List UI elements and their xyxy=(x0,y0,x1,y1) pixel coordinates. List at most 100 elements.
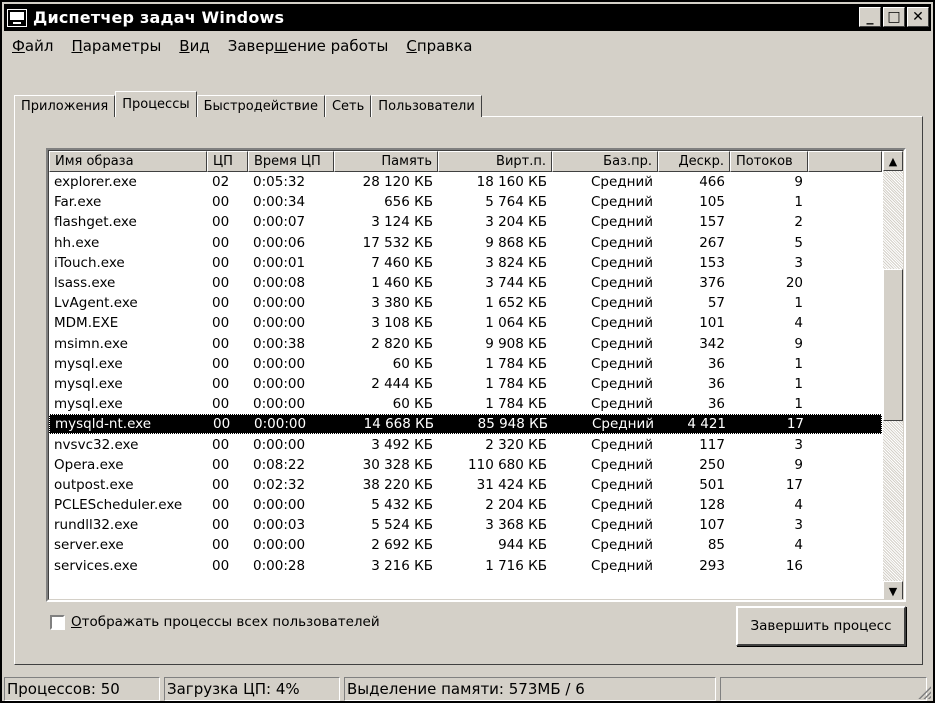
table-row[interactable]: msimn.exe 00 0:00:38 2 820 КБ 9 908 КБ Средни… xyxy=(49,334,882,354)
column-image-name[interactable]: Имя образа xyxy=(49,151,207,172)
table-row[interactable]: MDM.EXE 00 0:00:00 3 108 КБ 1 064 КБ Средний 1… xyxy=(49,313,882,333)
show-all-users-option[interactable]: Отображать процессы всех пользователей xyxy=(50,614,380,630)
show-all-users-checkbox[interactable] xyxy=(50,614,65,630)
cell-cpu: 00 xyxy=(213,416,231,433)
cell-cpu: 00 xyxy=(212,456,230,473)
cell-cpu: 00 xyxy=(212,396,230,413)
cell-image-name: hh.exe xyxy=(54,234,100,251)
cell-cpu-time: 0:00:00 xyxy=(253,497,306,514)
column-cpu-time[interactable]: Время ЦП xyxy=(248,151,334,172)
cell-memory: 60 КБ xyxy=(392,355,433,372)
column-virtual-memory[interactable]: Вирт.п. xyxy=(438,151,552,172)
cell-image-name: lsass.exe xyxy=(54,275,116,292)
cell-virtual-memory: 1 716 КБ xyxy=(485,557,547,574)
menu-view[interactable]: Вид xyxy=(173,37,215,55)
menu-bar: Файл Параметры Вид Завершение работы Спр… xyxy=(6,34,484,58)
tab-performance[interactable]: Быстродействие xyxy=(196,95,325,117)
cell-cpu-time: 0:00:00 xyxy=(253,315,306,332)
cell-virtual-memory: 1 784 КБ xyxy=(485,396,547,413)
end-process-button[interactable]: Завершить процесс xyxy=(736,606,906,646)
scroll-thumb[interactable] xyxy=(883,269,903,421)
table-row[interactable]: services.exe 00 0:00:28 3 216 КБ 1 716 КБ Сре… xyxy=(49,556,882,576)
process-list[interactable]: Имя образа ЦП Время ЦП Память Вирт.п. Ба… xyxy=(46,148,906,602)
table-row[interactable]: iTouch.exe 00 0:00:01 7 460 КБ 3 824 КБ Средн… xyxy=(49,253,882,273)
cell-handles: 157 xyxy=(699,214,725,231)
cell-handles: 267 xyxy=(699,234,725,251)
status-memory-commit: Выделение памяти: 573МБ / 6 xyxy=(344,677,716,701)
table-row[interactable]: outpost.exe 00 0:02:32 38 220 КБ 31 424 КБ Ср… xyxy=(49,475,882,495)
cell-virtual-memory: 3 368 КБ xyxy=(485,517,547,534)
cell-memory: 14 668 КБ xyxy=(363,416,434,433)
table-row[interactable]: mysql.exe 00 0:00:00 60 КБ 1 784 КБ Средний 36… xyxy=(49,354,882,374)
tab-users[interactable]: Пользователи xyxy=(371,95,482,117)
cell-cpu: 00 xyxy=(212,194,230,211)
cell-handles: 117 xyxy=(699,436,725,453)
column-handles[interactable]: Дескр. xyxy=(658,151,730,172)
cell-cpu: 00 xyxy=(212,355,230,372)
cell-cpu: 00 xyxy=(212,375,230,392)
cell-cpu: 00 xyxy=(212,436,230,453)
scroll-down-button[interactable]: ▼ xyxy=(883,581,903,599)
cell-base-priority: Средний xyxy=(590,275,653,292)
cell-threads: 17 xyxy=(786,416,804,433)
process-list-frame: Имя образа ЦП Время ЦП Память Вирт.п. Ба… xyxy=(48,150,904,600)
cell-image-name: Opera.exe xyxy=(54,456,124,473)
menu-options[interactable]: Параметры xyxy=(65,37,167,55)
table-row[interactable]: PCLEScheduler.exe 00 0:00:00 5 432 КБ 2 204 … xyxy=(49,495,882,515)
column-memory[interactable]: Память xyxy=(334,151,438,172)
cell-handles: 128 xyxy=(699,497,725,514)
cell-base-priority: Средний xyxy=(590,436,653,453)
table-row-selected[interactable]: mysqld-nt.exe 00 0:00:00 14 668 КБ 85 948 КБ… xyxy=(49,414,882,435)
cell-virtual-memory: 1 784 КБ xyxy=(485,355,547,372)
table-row[interactable]: lsass.exe 00 0:00:08 1 460 КБ 3 744 КБ Средни… xyxy=(49,273,882,293)
menu-view-label: ид xyxy=(189,37,210,55)
table-row[interactable]: rundll32.exe 00 0:00:03 5 524 КБ 3 368 КБ Сре… xyxy=(49,515,882,535)
cell-image-name: explorer.exe xyxy=(54,174,137,191)
menu-file[interactable]: Файл xyxy=(6,37,59,55)
resize-grip[interactable] xyxy=(917,685,931,699)
tab-processes[interactable]: Процессы xyxy=(115,91,197,117)
cell-cpu: 00 xyxy=(212,476,230,493)
cell-handles: 85 xyxy=(707,537,725,554)
cell-cpu-time: 0:00:00 xyxy=(253,375,306,392)
maximize-button[interactable]: □ xyxy=(883,7,905,27)
cell-memory: 3 124 КБ xyxy=(371,214,433,231)
vertical-scrollbar[interactable]: ▲ ▼ xyxy=(883,151,903,599)
table-row[interactable]: mysql.exe 00 0:00:00 2 444 КБ 1 784 КБ Средни… xyxy=(49,374,882,394)
table-row[interactable]: explorer.exe 02 0:05:32 28 120 КБ 18 160 КБ С… xyxy=(49,172,882,192)
minimize-button[interactable]: _ xyxy=(859,7,881,27)
cell-threads: 3 xyxy=(794,517,803,534)
tab-applications[interactable]: Приложения xyxy=(14,95,116,117)
close-button[interactable]: ✕ xyxy=(907,7,929,27)
table-row[interactable]: server.exe 00 0:00:00 2 692 КБ 944 КБ Средний… xyxy=(49,535,882,555)
cell-base-priority: Средний xyxy=(590,396,653,413)
table-row[interactable]: Opera.exe 00 0:08:22 30 328 КБ 110 680 КБ Сре… xyxy=(49,455,882,475)
cell-memory: 3 492 КБ xyxy=(371,436,433,453)
cell-cpu: 00 xyxy=(212,254,230,271)
cell-cpu-time: 0:08:22 xyxy=(253,456,306,473)
menu-shutdown[interactable]: Завершение работы xyxy=(222,37,395,55)
cell-base-priority: Средний xyxy=(590,174,653,191)
column-base-priority[interactable]: Баз.пр. xyxy=(552,151,658,172)
scroll-up-button[interactable]: ▲ xyxy=(883,151,903,171)
cell-cpu-time: 0:00:00 xyxy=(253,295,306,312)
cell-threads: 17 xyxy=(785,476,803,493)
column-threads[interactable]: Потоков xyxy=(730,151,808,172)
table-row[interactable]: hh.exe 00 0:00:06 17 532 КБ 9 868 КБ Средний 2… xyxy=(49,233,882,253)
cell-memory: 656 КБ xyxy=(384,194,433,211)
menu-help[interactable]: Справка xyxy=(400,37,478,55)
cell-threads: 4 xyxy=(794,537,803,554)
table-row[interactable]: nvsvc32.exe 00 0:00:00 3 492 КБ 2 320 КБ Сред… xyxy=(49,434,882,454)
cell-base-priority: Средний xyxy=(590,456,653,473)
table-row[interactable]: LvAgent.exe 00 0:00:00 3 380 КБ 1 652 КБ Сред… xyxy=(49,293,882,313)
column-cpu[interactable]: ЦП xyxy=(207,151,248,172)
title-bar[interactable]: Диспетчер задач Windows _ □ ✕ xyxy=(4,4,931,31)
cell-handles: 36 xyxy=(707,355,725,372)
cell-image-name: mysql.exe xyxy=(54,375,123,392)
table-row[interactable]: flashget.exe 00 0:00:07 3 124 КБ 3 204 КБ Сре… xyxy=(49,212,882,232)
cell-virtual-memory: 18 160 КБ xyxy=(476,174,547,191)
table-row[interactable]: Far.exe 00 0:00:34 656 КБ 5 764 КБ Средний 105… xyxy=(49,192,882,212)
table-row[interactable]: mysql.exe 00 0:00:00 60 КБ 1 784 КБ Средний 36… xyxy=(49,394,882,414)
cell-cpu: 00 xyxy=(212,557,230,574)
tab-network[interactable]: Сеть xyxy=(324,95,372,117)
